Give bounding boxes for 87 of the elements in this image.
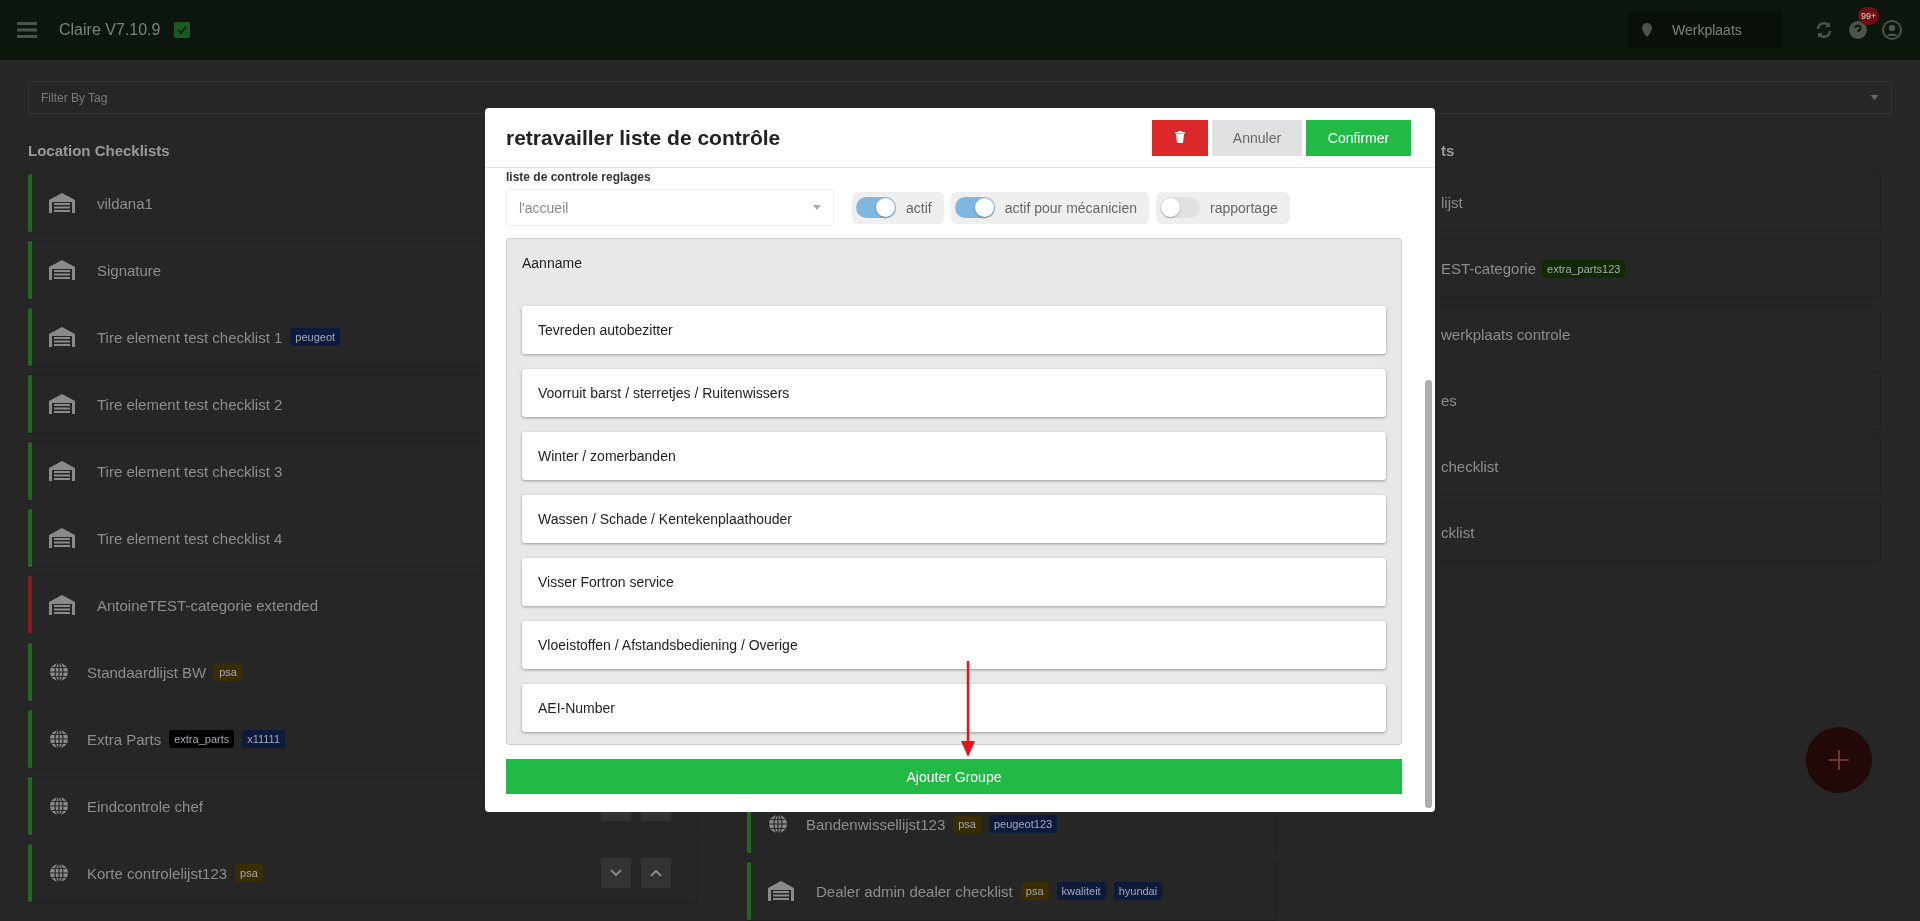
pin-icon: [1642, 23, 1652, 37]
checklist-name: vildana1: [97, 194, 153, 212]
group-item[interactable]: Vloeistoffen / Afstandsbediening / Overige: [522, 621, 1386, 669]
tag: psa: [953, 815, 981, 833]
scrollbar[interactable]: [1425, 380, 1432, 808]
globe-icon: [768, 814, 788, 834]
select-field[interactable]: l'accueil: [506, 189, 834, 226]
location-field[interactable]: Werkplaats: [1628, 12, 1782, 48]
chevron-up-icon[interactable]: [641, 858, 671, 888]
checklist-name: Dealer admin dealer checklist: [816, 882, 1013, 900]
cancel-button[interactable]: Annuler: [1212, 119, 1302, 156]
globe-icon: [49, 863, 69, 883]
app-title: Claire V7.10.9: [59, 21, 161, 39]
garage-icon: [49, 260, 75, 280]
menu-icon[interactable]: [17, 22, 37, 38]
group-item[interactable]: Visser Fortron service: [522, 558, 1386, 606]
checklist-name: Tire element test checklist 2: [97, 395, 283, 413]
column-heading: ts: [1441, 142, 1456, 160]
garage-icon: [49, 461, 75, 481]
garage-icon: [49, 193, 75, 213]
checklist-card[interactable]: cklist: [1441, 503, 1881, 562]
checklist-name: Korte controlelijst123: [87, 864, 228, 882]
modal-title: retravailler liste de contrôle: [506, 125, 781, 150]
tag: psa: [214, 663, 242, 681]
tag: extra_parts: [169, 730, 235, 748]
checklist-name: AntoineTEST-categorie extended: [97, 596, 318, 614]
garage-icon: [49, 394, 75, 414]
toggle-switch[interactable]: rapportage: [1156, 191, 1290, 224]
checklist-name: werkplaats controle: [1441, 326, 1571, 343]
group-item[interactable]: Tevreden autobezitter: [522, 306, 1386, 354]
group-item[interactable]: Winter / zomerbanden: [522, 432, 1386, 480]
garage-icon: [49, 327, 75, 347]
checklist-card[interactable]: werkplaats controle: [1441, 305, 1881, 364]
checklist-name: EST-categorie: [1441, 260, 1537, 277]
garage-icon: [49, 528, 75, 548]
status-icon: [174, 22, 191, 38]
chevron-down-icon[interactable]: [601, 858, 631, 888]
user-icon[interactable]: [1882, 20, 1902, 40]
plus-icon: [1829, 750, 1849, 770]
checklist-name: Standaardlijst BW: [87, 663, 207, 681]
notification-badge: 99+: [1858, 7, 1880, 25]
globe-icon: [49, 662, 69, 682]
checklist-name: Tire element test checklist 1: [97, 328, 283, 346]
tag: hyundai: [1113, 882, 1163, 900]
globe-icon: [49, 796, 69, 816]
toggle-switch[interactable]: actif pour mécanicien: [950, 191, 1149, 224]
confirm-button[interactable]: Confirmer: [1306, 119, 1411, 156]
tag: psa: [1020, 882, 1049, 900]
checklist-card[interactable]: checklist: [1441, 437, 1881, 496]
garage-icon: [49, 595, 75, 615]
tag: kwaliteit: [1056, 882, 1106, 900]
checklist-name: Tire element test checklist 3: [97, 462, 283, 480]
checklist-name: Extra Parts: [87, 730, 162, 748]
checklist-name: Bandenwissellijst123: [806, 815, 946, 833]
group-item[interactable]: Wassen / Schade / Kentekenplaathouder: [522, 495, 1386, 543]
delete-button[interactable]: [1152, 119, 1208, 156]
checklist-name: lijst: [1441, 194, 1463, 211]
tag: x11111: [242, 730, 286, 748]
checklist-name: Eindcontrole chef: [87, 797, 203, 815]
tag: peugeot: [290, 328, 341, 346]
checklist-name: cklist: [1441, 524, 1475, 541]
checklist-card[interactable]: EST-categorie extra_parts123: [1441, 239, 1881, 298]
checklist-name: Tire element test checklist 4: [97, 529, 283, 547]
checklist-card[interactable]: Dealer admin dealer checklist psa kwaliteit hyundai: [747, 861, 1277, 921]
tag: psa: [235, 864, 263, 882]
checklist-card[interactable]: lijst: [1441, 173, 1881, 232]
add-group-button[interactable]: Ajouter Groupe: [506, 759, 1402, 794]
globe-icon: [49, 729, 69, 749]
section-label: liste de controle reglages: [506, 170, 652, 184]
tag: extra_parts123: [1542, 259, 1626, 278]
trash-icon: [1175, 130, 1185, 143]
group-item[interactable]: Voorruit barst / sterretjes / Ruitenwissers: [522, 369, 1386, 417]
help-icon[interactable]: [1848, 20, 1868, 40]
checklist-name: es: [1441, 392, 1457, 409]
checklist-name: Signature: [97, 261, 162, 279]
caret-icon: [813, 205, 821, 210]
group-title: Aanname: [522, 254, 583, 273]
caret-icon: [1870, 95, 1879, 100]
toggle-switch[interactable]: actif: [852, 191, 944, 224]
checklist-card[interactable]: Korte controlelijst123 psa: [28, 843, 698, 903]
tag: peugeot123: [989, 815, 1058, 833]
checklist-card[interactable]: es: [1441, 371, 1881, 430]
column-heading: Location Checklists: [28, 142, 171, 160]
refresh-icon[interactable]: [1814, 20, 1834, 40]
group-item[interactable]: AEI-Number: [522, 684, 1386, 732]
garage-icon: [768, 881, 794, 901]
checklist-name: checklist: [1441, 458, 1499, 475]
